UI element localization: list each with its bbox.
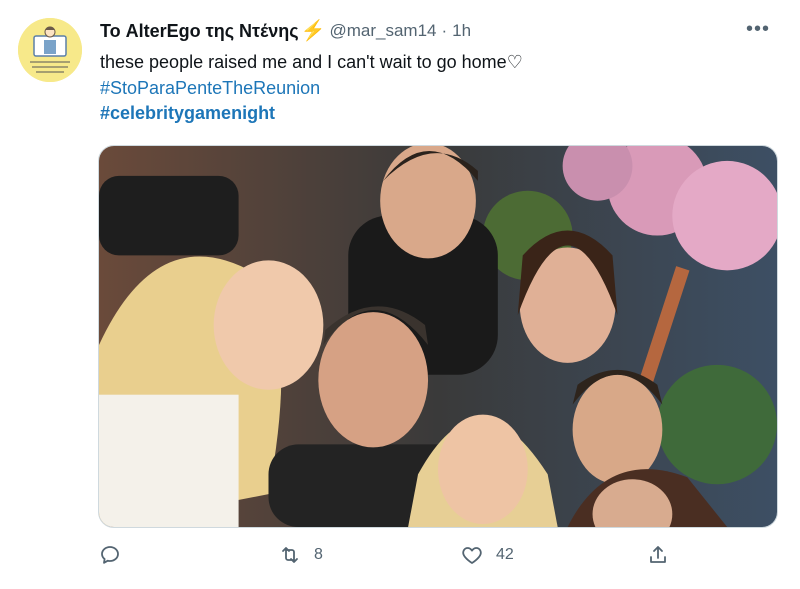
hashtag-link[interactable]: #celebritygamenight (100, 101, 523, 127)
avatar-illustration (18, 18, 82, 82)
lightning-emoji-icon: ⚡ (300, 20, 326, 42)
retweet-button[interactable]: 8 (278, 543, 323, 567)
heart-icon (462, 547, 482, 564)
tweet-text: these people raised me and I can't wait … (100, 50, 523, 127)
like-count: 42 (496, 546, 514, 563)
display-name[interactable]: Το AlterEgo της Ντένης (100, 21, 299, 42)
user-handle[interactable]: @mar_sam14 (329, 21, 436, 41)
share-icon (650, 546, 666, 563)
like-button[interactable]: 42 (460, 543, 514, 567)
tweet-actions: 8 42 (98, 543, 678, 575)
more-options-icon[interactable]: ••• (746, 18, 770, 41)
group-selfie-image (99, 146, 777, 527)
avatar[interactable] (18, 18, 82, 82)
hashtag-link[interactable]: #StoParaPenteTheReunion (100, 76, 523, 102)
tweet-header: Το AlterEgo της Ντένης ⚡ @mar_sam14 · 1h… (100, 18, 770, 44)
reply-icon (101, 546, 119, 564)
reply-button[interactable] (98, 543, 122, 567)
tweet-body: these people raised me and I can't wait … (100, 52, 523, 72)
retweet-icon (282, 547, 298, 563)
tweet-photo[interactable] (98, 145, 778, 528)
retweet-count: 8 (314, 546, 323, 563)
timestamp[interactable]: 1h (452, 21, 471, 41)
share-button[interactable] (646, 543, 670, 567)
separator-dot: · (441, 21, 448, 40)
